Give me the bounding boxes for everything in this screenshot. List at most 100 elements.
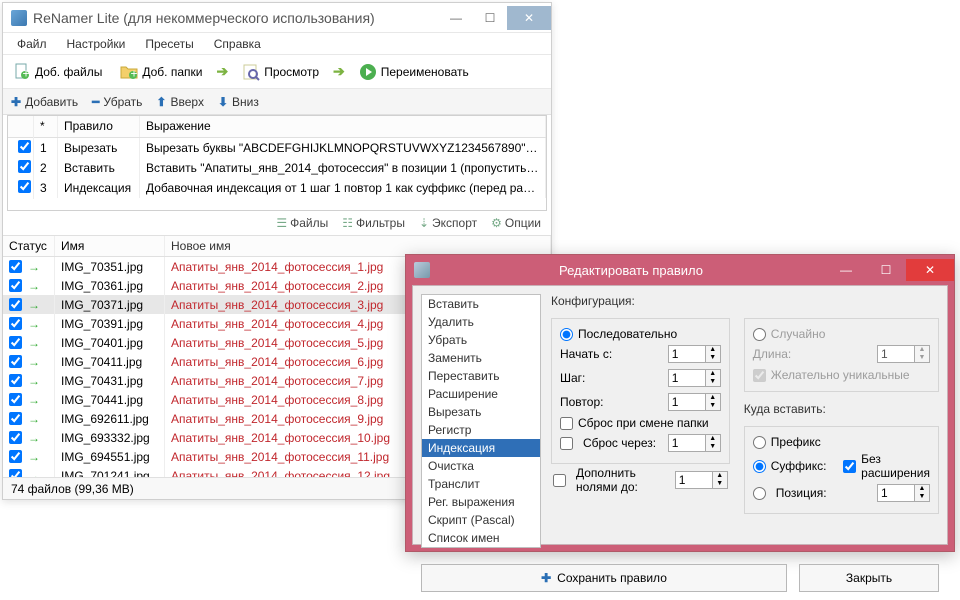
dialog-minimize-button[interactable]: — [826, 259, 866, 281]
sequential-radio[interactable] [560, 328, 573, 341]
rule-checkbox[interactable] [18, 140, 31, 153]
position-spinner[interactable]: ▲▼ [915, 484, 930, 502]
file-checkbox[interactable] [9, 279, 22, 292]
pad-checkbox[interactable] [553, 474, 566, 487]
close-button[interactable]: ✕ [507, 6, 551, 30]
step-input[interactable] [668, 369, 706, 387]
files-col-new[interactable]: Новое имя [165, 236, 551, 256]
arrow-right-icon: → [28, 431, 40, 445]
rules-col-expr[interactable]: Выражение [140, 116, 546, 137]
position-input[interactable] [877, 484, 915, 502]
arrow-right-icon: → [28, 355, 40, 369]
arrow-right-icon: → [28, 317, 40, 331]
prefix-radio[interactable] [753, 436, 766, 449]
rule-remove-button[interactable]: ━Убрать [92, 95, 142, 109]
dialog-titlebar[interactable]: Редактировать правило — ☐ ✕ [406, 255, 954, 285]
repeat-input[interactable] [668, 393, 706, 411]
dialog-icon [414, 262, 430, 278]
start-spinner[interactable]: ▲▼ [706, 345, 721, 363]
rule-row[interactable]: 3ИндексацияДобавочная индексация от 1 ша… [8, 178, 546, 198]
toolbar: + Доб. файлы + Доб. папки ➔ Просмотр ➔ П… [3, 55, 551, 89]
step-spinner[interactable]: ▲▼ [706, 369, 721, 387]
rule-type-item[interactable]: Вставить [422, 295, 540, 313]
rule-row[interactable]: 1ВырезатьВырезать буквы "ABCDEFGHIJKLMNO… [8, 138, 546, 158]
suffix-radio[interactable] [753, 460, 766, 473]
rule-type-item[interactable]: Список имен [422, 529, 540, 547]
random-radio[interactable] [753, 328, 766, 341]
filter-icon: ☷ [342, 216, 353, 230]
files-icon: ☰ [276, 216, 287, 230]
rule-row[interactable]: 2ВставитьВставить "Апатиты_янв_2014_фото… [8, 158, 546, 178]
arrow-right-icon: → [28, 336, 40, 350]
rule-type-item[interactable]: Очистка [422, 457, 540, 475]
rule-up-button[interactable]: ⬆Вверх [156, 95, 204, 109]
rule-add-button[interactable]: ✚Добавить [11, 95, 78, 109]
file-checkbox[interactable] [9, 298, 22, 311]
file-checkbox[interactable] [9, 431, 22, 444]
rule-type-item[interactable]: Удалить [422, 313, 540, 331]
add-files-button[interactable]: + Доб. файлы [9, 61, 106, 83]
close-dialog-button[interactable]: Закрыть [799, 564, 939, 592]
dialog-close-button[interactable]: ✕ [906, 259, 954, 281]
rules-col-num[interactable]: * [34, 116, 58, 137]
rule-type-item[interactable]: Вырезать [422, 403, 540, 421]
save-rule-button[interactable]: ✚Сохранить правило [421, 564, 787, 592]
rule-checkbox[interactable] [18, 180, 31, 193]
noext-checkbox[interactable] [843, 460, 856, 473]
rule-type-list[interactable]: ВставитьУдалитьУбратьЗаменитьПереставить… [421, 294, 541, 548]
dialog-maximize-button[interactable]: ☐ [866, 259, 906, 281]
file-checkbox[interactable] [9, 260, 22, 273]
edit-rule-dialog: Редактировать правило — ☐ ✕ ВставитьУдал… [405, 254, 955, 552]
maximize-button[interactable]: ☐ [473, 6, 507, 30]
rule-type-item[interactable]: Индексация [422, 439, 540, 457]
rule-type-item[interactable]: Рег. выражения [422, 493, 540, 511]
file-checkbox[interactable] [9, 355, 22, 368]
rules-col-rule[interactable]: Правило [58, 116, 140, 137]
reset-every-checkbox[interactable] [560, 437, 573, 450]
rules-col-check[interactable] [8, 116, 34, 137]
tab-filters[interactable]: ☷Фильтры [342, 216, 405, 230]
rule-checkbox[interactable] [18, 160, 31, 173]
reset-every-spinner[interactable]: ▲▼ [706, 434, 721, 452]
rule-type-item[interactable]: Расширение [422, 385, 540, 403]
file-checkbox[interactable] [9, 317, 22, 330]
menu-help[interactable]: Справка [206, 35, 269, 53]
arrow-right-icon: → [28, 412, 40, 426]
preview-icon [242, 63, 260, 81]
reset-folder-checkbox[interactable] [560, 417, 573, 430]
minimize-button[interactable]: — [439, 6, 473, 30]
menu-file[interactable]: Файл [9, 35, 55, 53]
pad-input[interactable] [675, 471, 713, 489]
files-col-name[interactable]: Имя [55, 236, 165, 256]
file-checkbox[interactable] [9, 336, 22, 349]
pad-spinner[interactable]: ▲▼ [713, 471, 728, 489]
menu-settings[interactable]: Настройки [59, 35, 134, 53]
file-checkbox[interactable] [9, 374, 22, 387]
file-checkbox[interactable] [9, 412, 22, 425]
rename-button[interactable]: Переименовать [355, 61, 473, 83]
menu-presets[interactable]: Пресеты [137, 35, 201, 53]
tab-export[interactable]: ⇣Экспорт [419, 216, 477, 230]
start-input[interactable] [668, 345, 706, 363]
window-title: ReNamer Lite (для некоммерческого исполь… [33, 10, 439, 26]
rule-type-item[interactable]: Заменить [422, 349, 540, 367]
file-checkbox[interactable] [9, 393, 22, 406]
menubar: Файл Настройки Пресеты Справка [3, 33, 551, 55]
tab-options[interactable]: ⚙Опции [491, 216, 541, 230]
rule-type-item[interactable]: Регистр [422, 421, 540, 439]
position-radio[interactable] [753, 487, 766, 500]
preview-button[interactable]: Просмотр [238, 61, 323, 83]
titlebar[interactable]: ReNamer Lite (для некоммерческого исполь… [3, 3, 551, 33]
files-col-status[interactable]: Статус [3, 236, 55, 256]
rule-type-item[interactable]: Убрать [422, 331, 540, 349]
repeat-spinner[interactable]: ▲▼ [706, 393, 721, 411]
reset-every-input[interactable] [668, 434, 706, 452]
add-folders-button[interactable]: + Доб. папки [116, 61, 206, 83]
file-checkbox[interactable] [9, 450, 22, 463]
rule-type-item[interactable]: Транслит [422, 475, 540, 493]
rule-down-button[interactable]: ⬇Вниз [218, 95, 259, 109]
tab-files[interactable]: ☰Файлы [276, 216, 328, 230]
rule-type-item[interactable]: Переставить [422, 367, 540, 385]
rules-toolbar: ✚Добавить ━Убрать ⬆Вверх ⬇Вниз [3, 89, 551, 115]
rule-type-item[interactable]: Скрипт (Pascal) [422, 511, 540, 529]
